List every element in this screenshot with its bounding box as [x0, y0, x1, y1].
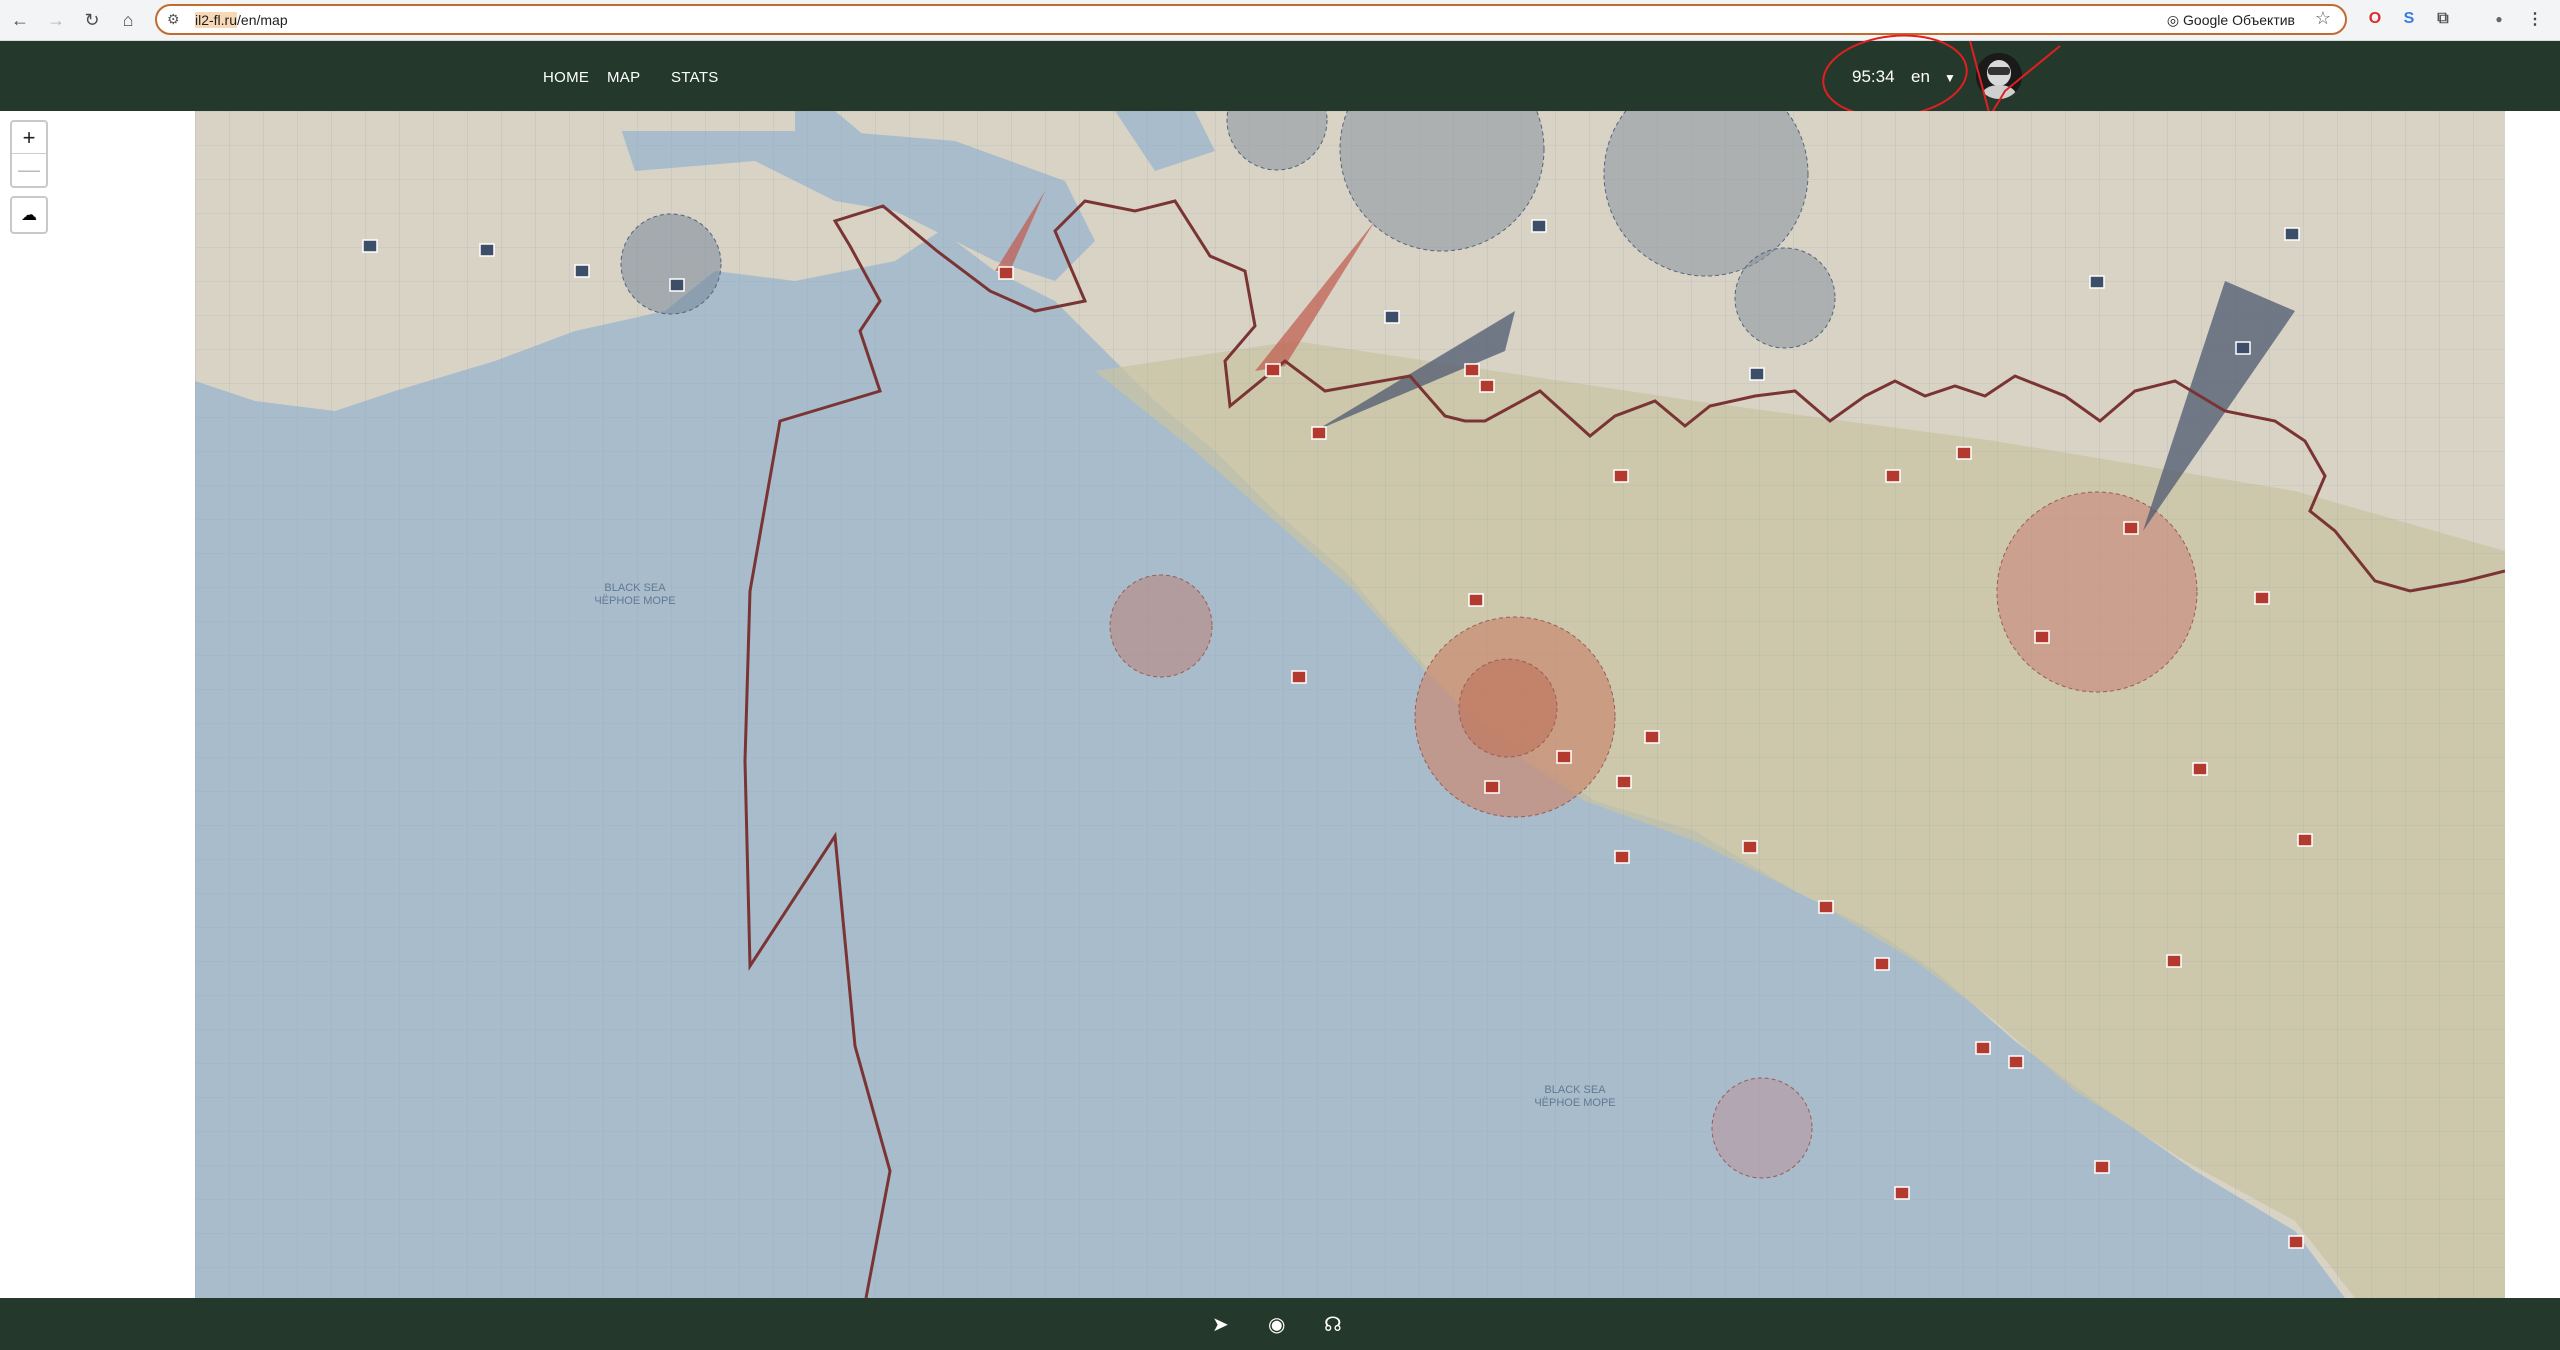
- home-icon[interactable]: ⌂: [114, 6, 142, 34]
- headset-icon[interactable]: ☊: [1324, 1312, 1342, 1337]
- url-text[interactable]: il2-fl.ru/en/map: [195, 12, 288, 28]
- reload-icon[interactable]: ↻: [78, 6, 106, 34]
- sea-label-1-ru: ЧЁРНОЕ МОРЕ: [594, 595, 675, 607]
- zoom-control: + —: [10, 120, 48, 188]
- nav-map[interactable]: MAP: [607, 69, 640, 86]
- discord-icon[interactable]: ◉: [1268, 1312, 1285, 1337]
- forward-icon[interactable]: →: [42, 6, 70, 34]
- profile-avatar-icon[interactable]: ●: [2488, 8, 2510, 30]
- browser-toolbar: ← → ↻ ⌂ ⚙ il2-fl.ru/en/map ◎ Google Объе…: [0, 0, 2560, 41]
- zoom-out-button[interactable]: —: [12, 153, 46, 185]
- sea-label-1: BLACK SEA: [604, 582, 666, 594]
- site-footer: ➤ ◉ ☊: [0, 1298, 2560, 1350]
- zoom-in-button[interactable]: +: [12, 122, 46, 153]
- bookmark-star-icon[interactable]: ☆: [2315, 8, 2331, 29]
- left-margin: [0, 111, 195, 1298]
- opera-extension-icon[interactable]: O: [2364, 8, 2386, 30]
- nav-home[interactable]: HOME: [543, 69, 589, 86]
- google-lens-button[interactable]: ◎ Google Объектив: [2167, 12, 2295, 29]
- s-extension-icon[interactable]: S: [2398, 8, 2420, 30]
- telegram-icon[interactable]: ➤: [1212, 1312, 1229, 1337]
- site-settings-icon[interactable]: ⚙: [167, 11, 180, 28]
- browser-menu-icon[interactable]: ⋮: [2524, 8, 2546, 30]
- nav-stats[interactable]: STATS: [671, 69, 719, 86]
- sea-label-2-ru: ЧЁРНОЕ МОРЕ: [1534, 1097, 1615, 1109]
- site-header: HOME MAP STATS 95:34 en ▼: [0, 34, 2560, 119]
- weather-icon[interactable]: ☁: [10, 196, 48, 234]
- sea-label-2: BLACK SEA: [1544, 1084, 1606, 1096]
- back-icon[interactable]: ←: [6, 6, 34, 34]
- right-margin: [2505, 111, 2560, 1298]
- extensions-puzzle-icon[interactable]: ⧉: [2432, 8, 2454, 30]
- map-canvas[interactable]: BLACK SEA ЧЁРНОЕ МОРЕ BLACK SEA ЧЁРНОЕ М…: [195, 111, 2505, 1298]
